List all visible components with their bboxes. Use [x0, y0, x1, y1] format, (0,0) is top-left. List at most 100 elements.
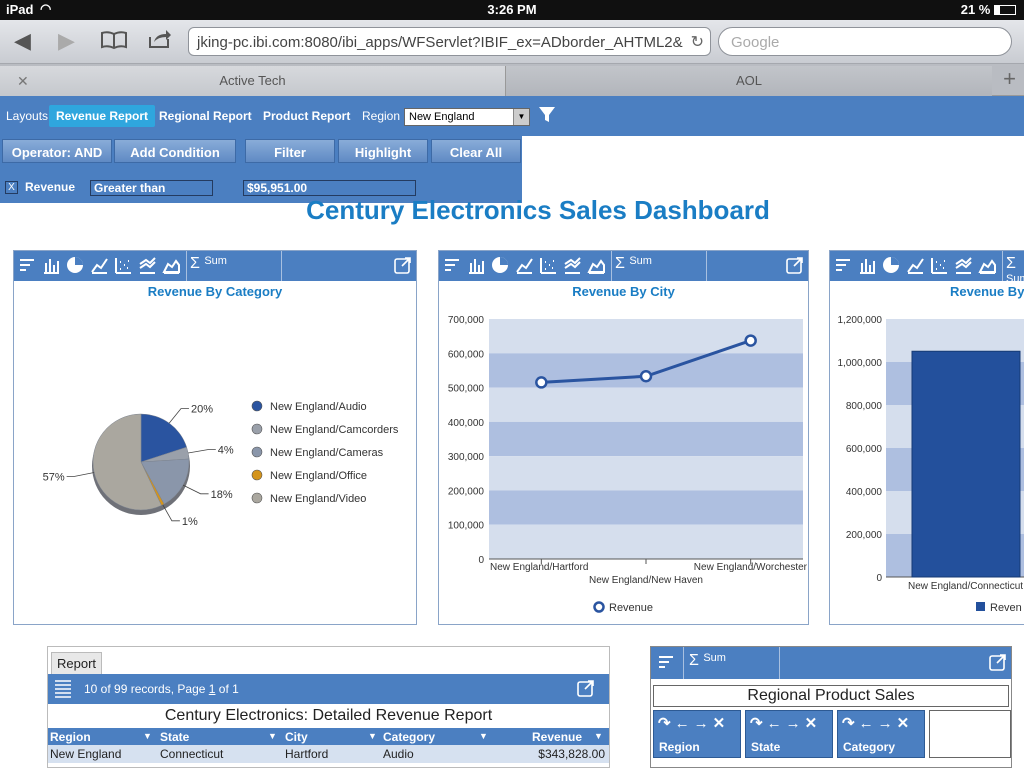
col-region[interactable]: Region [50, 730, 91, 744]
pie-chart-icon[interactable] [882, 256, 900, 274]
tab-revenue-report[interactable]: Revenue Report [49, 105, 156, 127]
sort-icon[interactable] [657, 653, 675, 671]
share-icon[interactable] [148, 29, 172, 55]
tab-regional-report[interactable]: Regional Report [159, 109, 252, 123]
line-chart-icon[interactable] [906, 256, 924, 274]
pie-percent-label: 57% [43, 471, 65, 483]
multi-line-chart-icon[interactable] [563, 256, 581, 274]
chart-toolbar: Σ Sum [439, 251, 808, 281]
region-select[interactable]: New England ▼ [404, 108, 530, 126]
report-header-row: Region ▼ State ▼ City ▼ Category ▼ Revenue ▼ [48, 728, 609, 745]
pie-percent-label: 18% [211, 489, 233, 501]
reload-icon[interactable]: ↻ [691, 32, 704, 52]
tab-aol[interactable]: AOL [505, 66, 992, 96]
column-controls-icon[interactable]: ↷←→✕ [750, 714, 821, 732]
pie-leader-line [66, 472, 95, 477]
page-number[interactable]: 1 [209, 682, 216, 696]
sum-button[interactable]: Σ Sum [190, 255, 227, 273]
area-chart-icon[interactable] [162, 256, 180, 274]
close-tab-icon[interactable]: ✕ [17, 73, 29, 90]
state-column-header[interactable]: ↷←→✕ State [745, 710, 833, 758]
legend-label: New England/Audio [270, 401, 367, 413]
regional-product-sales-panel: Σ Sum Regional Product Sales ↷←→✕ Region … [650, 646, 1012, 768]
sort-arrow-icon[interactable]: ▼ [594, 731, 603, 741]
scatter-chart-icon[interactable] [114, 256, 132, 274]
toolbar-separator [1002, 251, 1003, 281]
toolbar-separator [281, 251, 282, 281]
expand-icon[interactable] [786, 256, 804, 274]
report-tab[interactable]: Report [51, 652, 103, 674]
category-column-header[interactable]: ↷←→✕ Category [837, 710, 925, 758]
line-chart: 0 100,000 200,000 300,000 400,000 500,000 600,… [448, 315, 808, 614]
x-tick-label: New England/New Haven [589, 575, 703, 586]
scatter-chart-icon[interactable] [539, 256, 557, 274]
area-chart-icon[interactable] [587, 256, 605, 274]
operator-button[interactable]: Operator: AND [2, 139, 112, 163]
y-tick-label: 600,000 [448, 349, 485, 360]
filter-icon[interactable] [538, 106, 556, 129]
tab-product-report[interactable]: Product Report [263, 109, 350, 123]
highlight-button[interactable]: Highlight [338, 139, 428, 163]
table-row: New England Connecticut Hartford Audio $… [48, 745, 609, 763]
line-chart-icon[interactable] [515, 256, 533, 274]
clear-all-button[interactable]: Clear All [431, 139, 521, 163]
sort-arrow-icon[interactable]: ▼ [479, 731, 488, 741]
battery-indicator: 21 % [961, 2, 1016, 17]
multi-line-chart-icon[interactable] [138, 256, 156, 274]
plot-band [489, 387, 803, 422]
sum-button[interactable]: Σ Sum [689, 652, 726, 670]
legend-marker [251, 400, 263, 412]
sort-arrow-icon[interactable]: ▼ [268, 731, 277, 741]
search-input[interactable]: Google [718, 27, 1012, 56]
bookmarks-icon[interactable] [100, 30, 128, 56]
new-tab-icon[interactable]: + [1003, 66, 1016, 92]
pie-percent-label: 1% [182, 516, 198, 528]
forward-icon[interactable]: ▶ [58, 28, 75, 54]
column-controls-icon[interactable]: ↷←→✕ [842, 714, 913, 732]
expand-icon[interactable] [989, 653, 1007, 671]
sort-icon[interactable] [443, 256, 461, 274]
expand-icon[interactable] [394, 256, 412, 274]
pie-chart-icon[interactable] [491, 256, 509, 274]
area-chart-icon[interactable] [978, 256, 996, 274]
bar-chart: 0 200,000 400,000 600,000 800,000 1,000,000 1,… [838, 315, 1024, 614]
condition-operator-field[interactable]: Greater than [90, 180, 213, 196]
sum-button[interactable]: Σ Sum [615, 255, 652, 273]
bar-chart-icon[interactable] [467, 256, 485, 274]
menu-lines-icon[interactable] [54, 678, 72, 701]
sort-icon[interactable] [18, 256, 36, 274]
cell: Connecticut [160, 747, 224, 761]
sort-icon[interactable] [834, 256, 852, 274]
sigma-icon: Σ [190, 255, 200, 272]
condition-value-field[interactable]: $95,951.00 [243, 180, 416, 196]
pie-chart-icon[interactable] [66, 256, 84, 274]
add-condition-button[interactable]: Add Condition [114, 139, 236, 163]
multi-line-chart-icon[interactable] [954, 256, 972, 274]
y-tick-label: 400,000 [846, 487, 883, 498]
detailed-report-panel: Report 10 of 99 records, Page 1 of 1 Cen… [47, 646, 610, 768]
cell: $343,828.00 [538, 747, 605, 761]
col-category[interactable]: Category [383, 730, 435, 744]
sort-arrow-icon[interactable]: ▼ [143, 731, 152, 741]
bar-chart-icon[interactable] [42, 256, 60, 274]
url-input[interactable]: jking-pc.ibi.com:8080/ibi_apps/WFServlet… [188, 27, 711, 56]
line-chart-icon[interactable] [90, 256, 108, 274]
sort-arrow-icon[interactable]: ▼ [368, 731, 377, 741]
region-column-header[interactable]: ↷←→✕ Region [653, 710, 741, 758]
expand-icon[interactable] [577, 679, 595, 700]
col-city[interactable]: City [285, 730, 308, 744]
condition-checkbox[interactable]: X [5, 181, 18, 194]
back-icon[interactable]: ◀ [14, 28, 31, 54]
legend-marker [251, 492, 263, 504]
y-tick-label: 400,000 [448, 418, 485, 429]
col-revenue[interactable]: Revenue [532, 730, 582, 744]
chart-title: Revenue By City [572, 284, 675, 299]
filter-button[interactable]: Filter [245, 139, 335, 163]
legend-label: New England/Office [270, 470, 367, 482]
pie-percent-label: 20% [191, 404, 213, 416]
scatter-chart-icon[interactable] [930, 256, 948, 274]
col-state[interactable]: State [160, 730, 189, 744]
column-controls-icon[interactable]: ↷←→✕ [658, 714, 729, 732]
tab-active-tech[interactable]: ✕ Active Tech [0, 66, 505, 96]
bar-chart-icon[interactable] [858, 256, 876, 274]
